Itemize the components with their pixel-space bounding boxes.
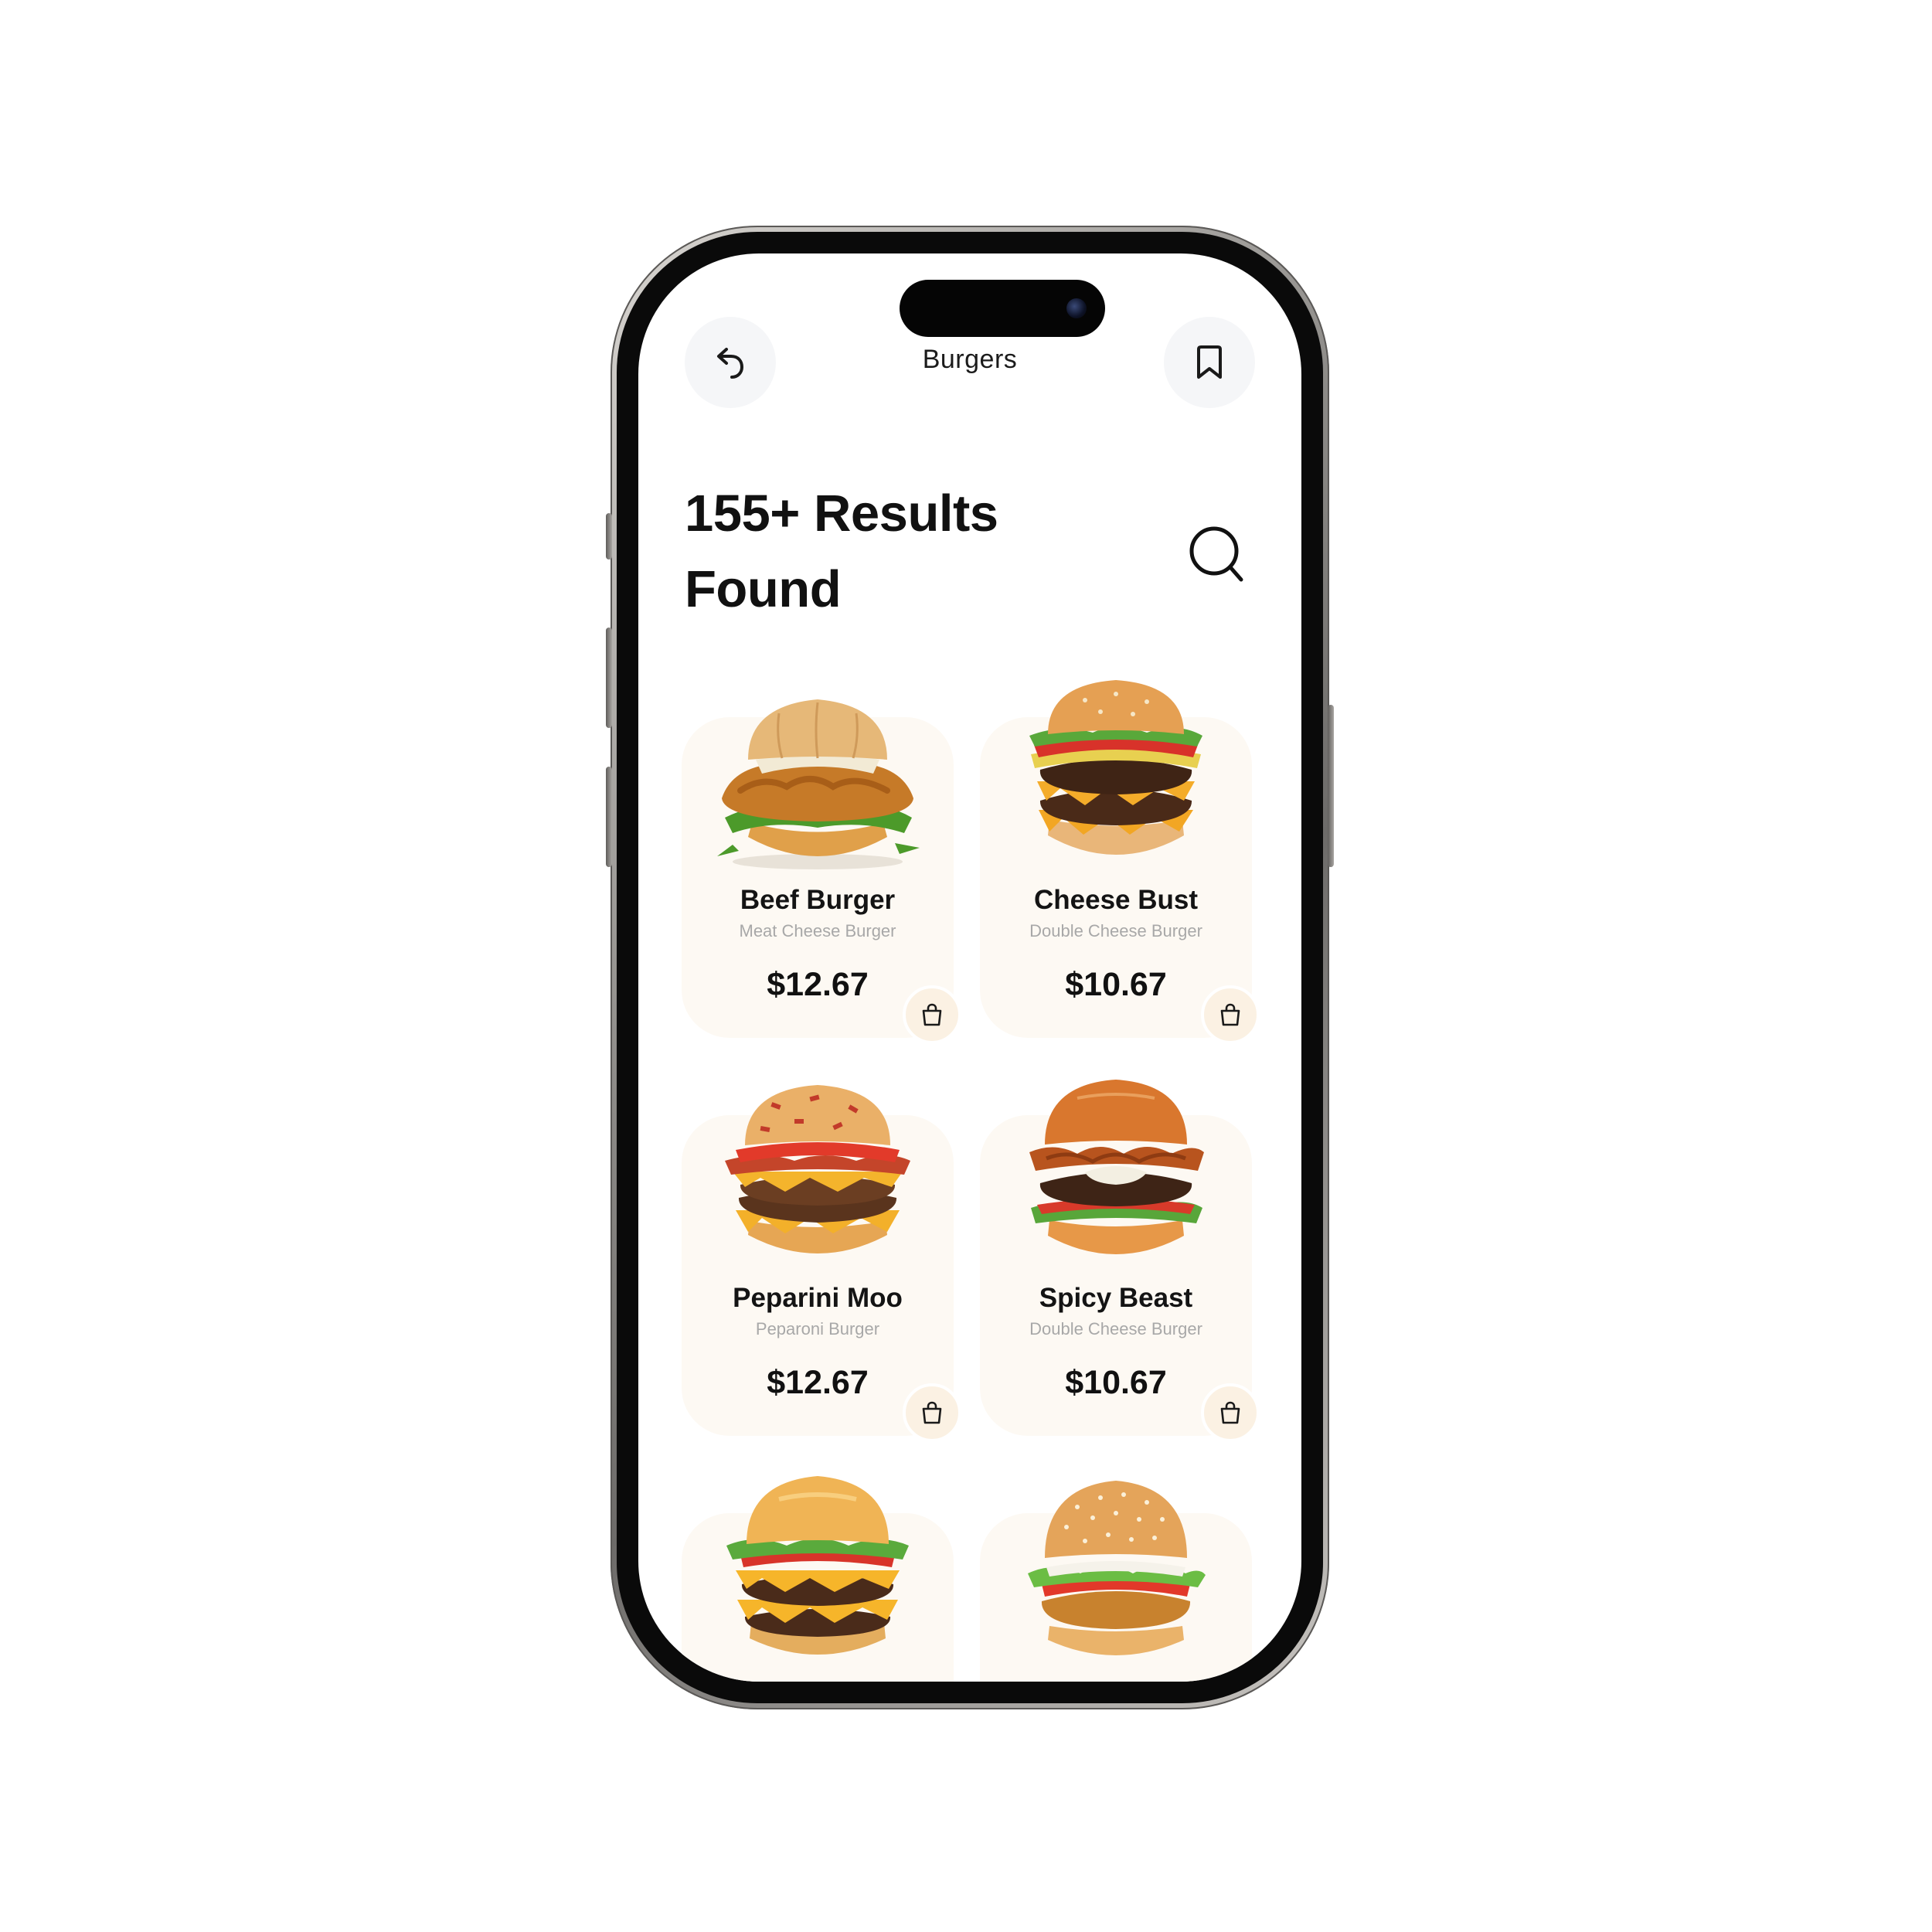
product-subtitle: Double Cheese Burger [1029, 921, 1202, 940]
results-heading: 155+ Results Found [685, 476, 1087, 628]
product-card[interactable] [980, 1481, 1252, 1682]
product-card[interactable]: Beef Burger Meat Cheese Burger $12.67 [682, 699, 961, 1044]
add-to-cart-button[interactable] [903, 985, 961, 1044]
shopping-bag-icon [1220, 1401, 1240, 1424]
add-to-cart-button[interactable] [1201, 985, 1260, 1044]
volume-down-button [606, 767, 612, 867]
search-button[interactable] [1187, 524, 1249, 586]
onion-crunch-burger-image [1029, 1080, 1204, 1254]
product-name: Cheese Bust [1033, 885, 1199, 915]
product-card[interactable] [682, 1476, 954, 1682]
shopping-bag-icon [922, 1003, 942, 1026]
sesame-veggie-burger-image [1028, 1481, 1206, 1655]
product-card[interactable]: Spicy Beast Double Cheese Burger $10.67 [980, 1080, 1260, 1442]
phone-frame: Burgers 155+ Results Found Beef Burger M… [606, 226, 1334, 1709]
dynamic-island [900, 280, 1105, 337]
double-beef-burger-image [726, 1476, 909, 1655]
results-found-line: Found [685, 560, 842, 618]
bacon-cheeseburger-image [725, 1085, 910, 1253]
product-card[interactable]: Cheese Bust Double Cheese Burger $10.67 [980, 680, 1260, 1044]
product-subtitle: Double Cheese Burger [1029, 1319, 1202, 1338]
bookmark-icon [1197, 345, 1222, 379]
app-screen: Burgers 155+ Results Found Beef Burger M… [638, 253, 1301, 1682]
shopping-bag-icon [922, 1401, 942, 1424]
power-button [1328, 705, 1334, 867]
double-cheeseburger-image [1029, 680, 1202, 855]
product-subtitle: Meat Cheese Burger [739, 921, 896, 940]
product-name: Beef Burger [740, 885, 896, 915]
bookmark-button[interactable] [1164, 317, 1255, 408]
product-name: Spicy Beast [1039, 1283, 1193, 1313]
product-subtitle: Peparoni Burger [755, 1319, 880, 1338]
add-to-cart-button[interactable] [1201, 1383, 1260, 1442]
shopping-bag-icon [1220, 1003, 1240, 1026]
action-button [606, 513, 612, 560]
volume-up-button [606, 628, 612, 728]
add-to-cart-button[interactable] [903, 1383, 961, 1442]
product-name: Peparini Moo [733, 1283, 903, 1313]
search-icon [1189, 526, 1243, 582]
results-count-line: 155+ Results [685, 485, 998, 543]
product-card[interactable]: Peparini Moo Peparoni Burger $12.67 [682, 1085, 961, 1442]
front-camera-icon [1066, 298, 1087, 318]
crispy-chicken-burger-image [717, 699, 920, 869]
